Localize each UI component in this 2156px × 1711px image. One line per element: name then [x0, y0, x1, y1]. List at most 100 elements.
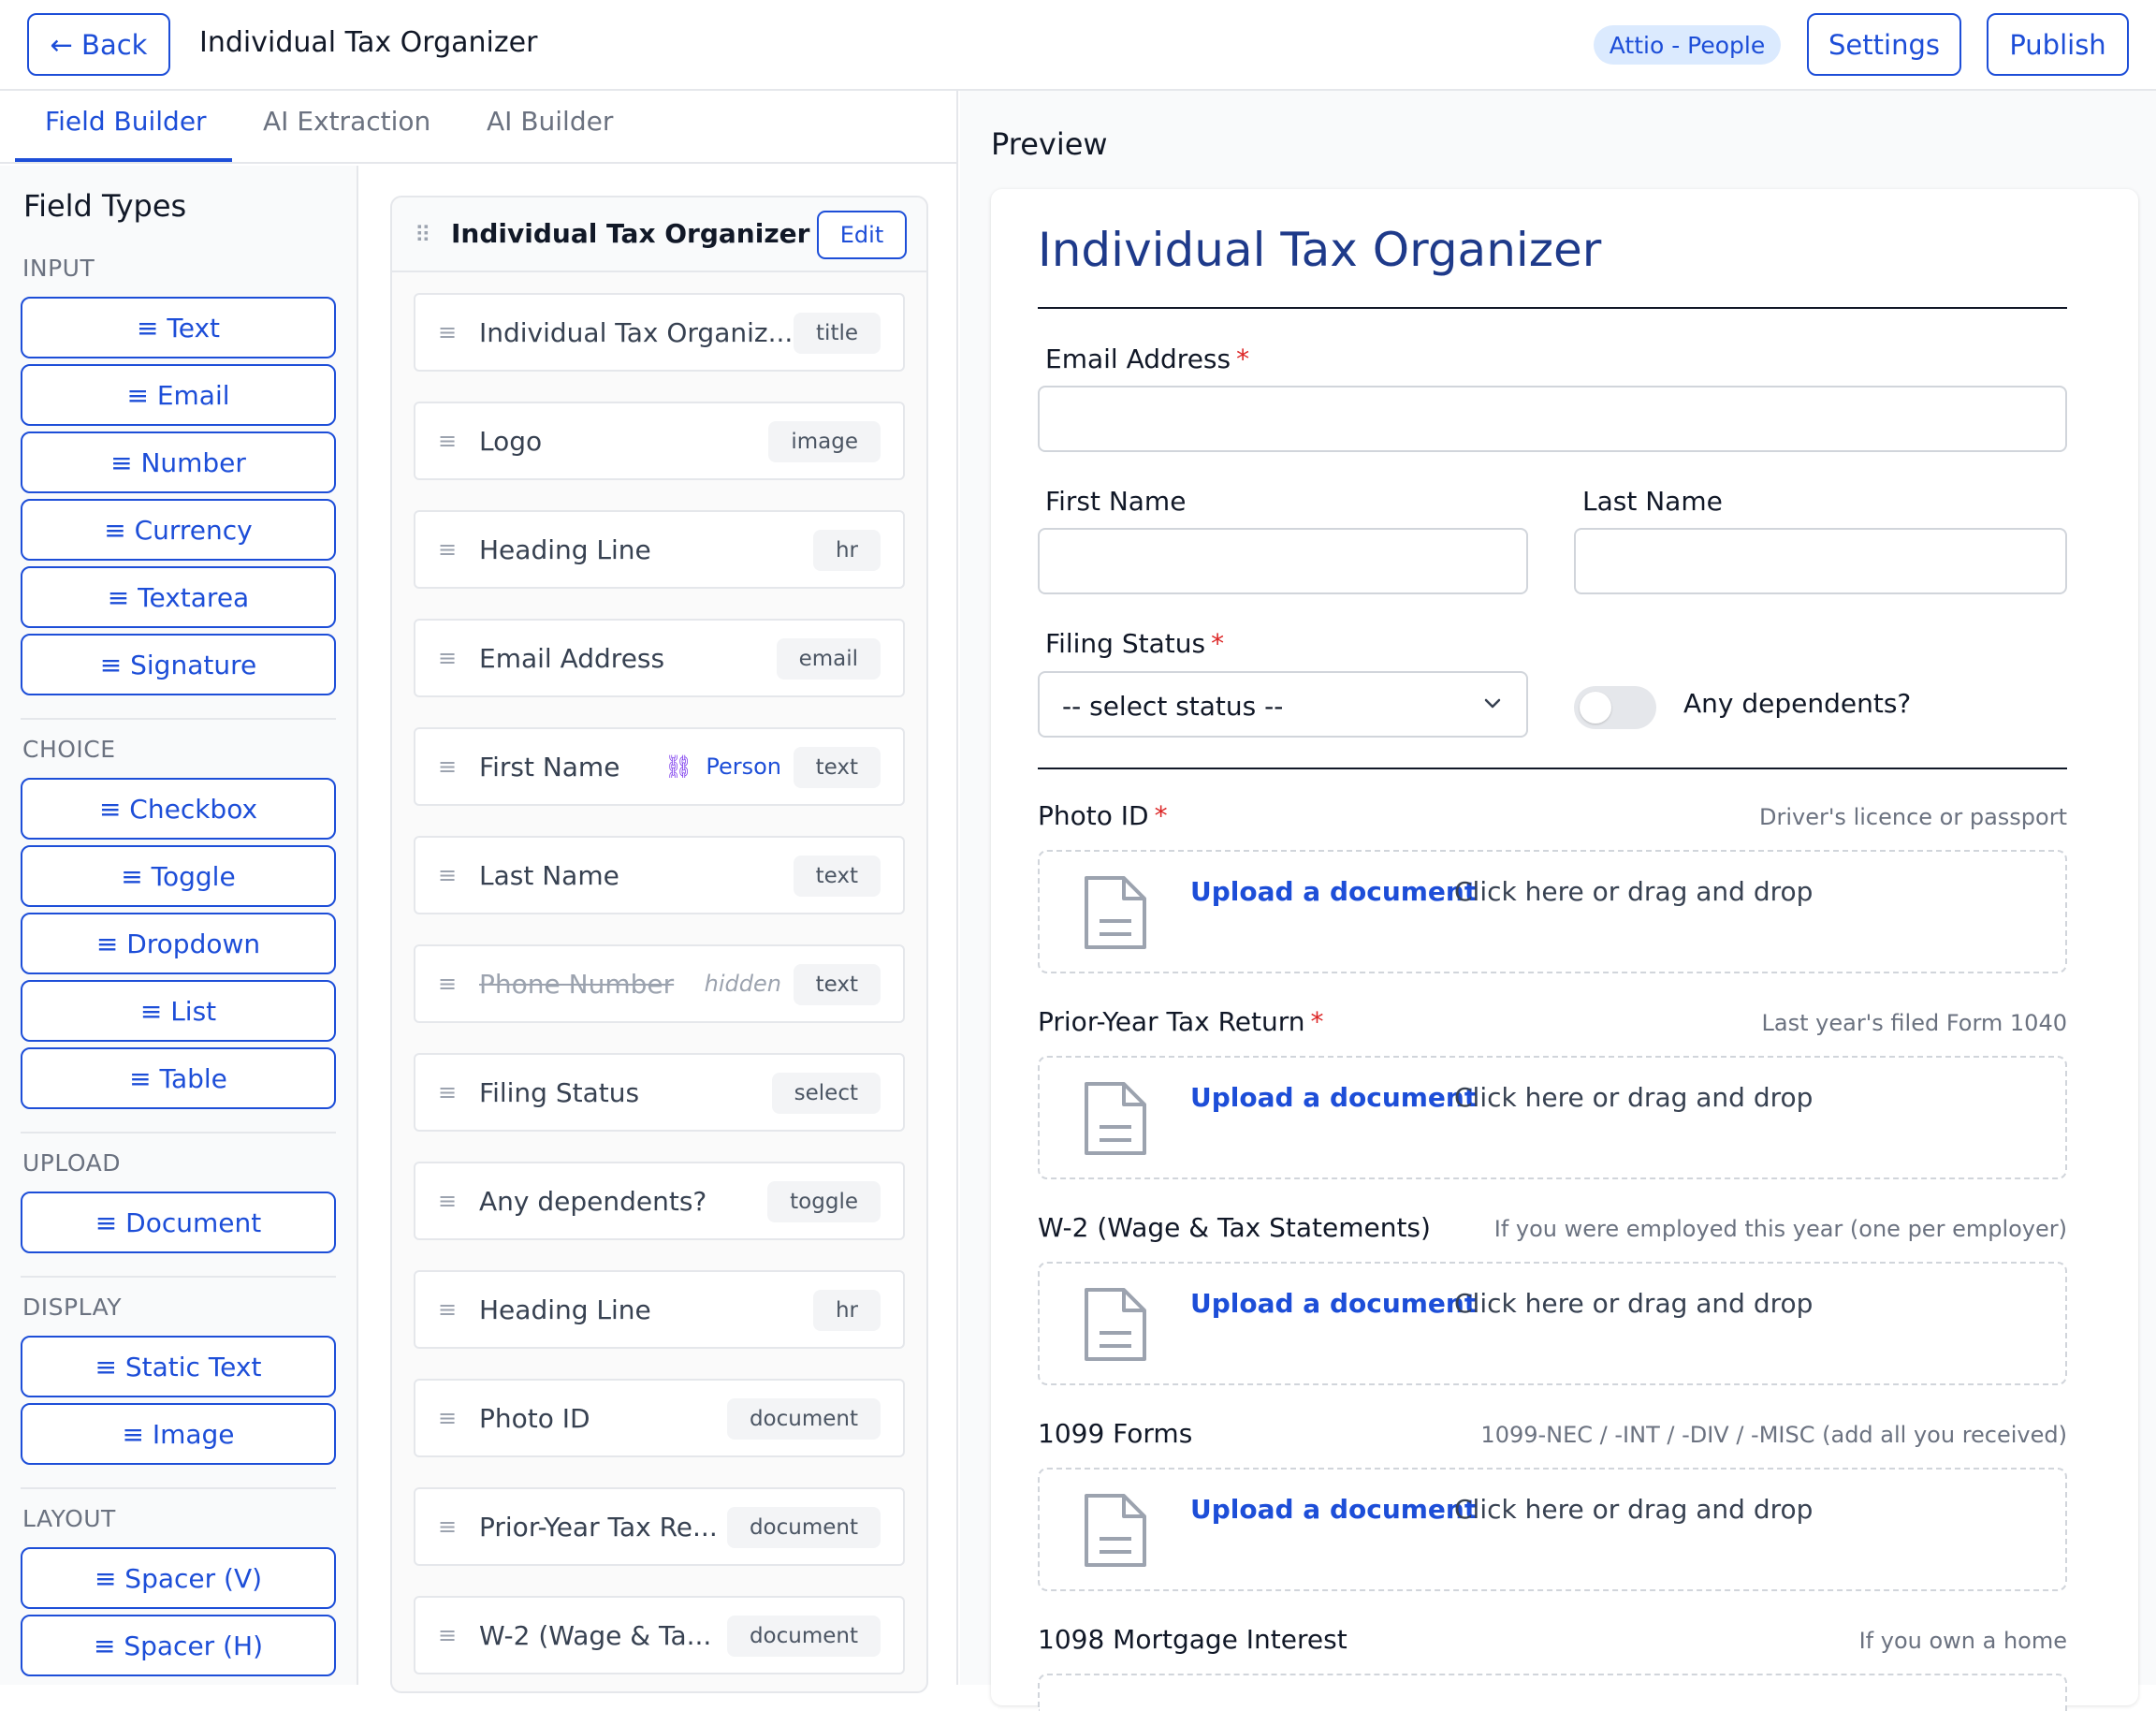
dependents-toggle[interactable] — [1574, 686, 1656, 729]
palette-image-button[interactable]: ≡ Image — [21, 1403, 336, 1465]
palette-checkbox-button[interactable]: ≡ Checkbox — [21, 778, 336, 840]
email-field[interactable] — [1038, 386, 2067, 452]
drag-handle-icon[interactable]: ≡ — [438, 753, 457, 780]
drag-handle-icon[interactable]: ≡ — [438, 1296, 457, 1323]
palette-text-button[interactable]: ≡ Text — [21, 297, 336, 358]
tab-field-builder[interactable]: Field Builder — [45, 106, 207, 137]
palette-currency-button[interactable]: ≡ Currency — [21, 499, 336, 561]
section-label-input: INPUT — [22, 255, 95, 282]
drag-handle-icon[interactable]: ≡ — [438, 536, 457, 563]
required-marker: * — [1211, 628, 1225, 659]
upload-document-link[interactable]: Upload a document — [1190, 1288, 1477, 1319]
field-row[interactable]: ≡ First Name ⛓ Person text — [414, 727, 905, 806]
filing-status-select[interactable]: -- select status -- — [1038, 671, 1528, 738]
palette-static-text-button[interactable]: ≡ Static Text — [21, 1336, 336, 1397]
integration-badge[interactable]: Attio - People — [1594, 25, 1781, 65]
tab-ai-builder[interactable]: AI Builder — [487, 106, 613, 137]
upload-instructions: Click here or drag and drop — [1454, 1082, 1814, 1113]
palette-textarea-button[interactable]: ≡ Textarea — [21, 566, 336, 628]
field-row[interactable]: ≡ Logo image — [414, 402, 905, 480]
drag-handle-icon[interactable]: ≡ — [438, 971, 457, 997]
first-name-field[interactable] — [1038, 528, 1528, 594]
field-type-badge: document — [726, 1398, 881, 1440]
palette-spacer-v-button[interactable]: ≡ Spacer (V) — [21, 1547, 336, 1609]
palette-document-button[interactable]: ≡ Document — [21, 1192, 336, 1253]
upload-hint: If you own a home — [1858, 1628, 2067, 1654]
field-row[interactable]: ≡ Individual Tax Organiz... title — [414, 293, 905, 372]
section-label-layout: LAYOUT — [22, 1505, 116, 1532]
upload-dropzone[interactable] — [1038, 1674, 2067, 1711]
field-row[interactable]: ≡ Heading Line hr — [414, 510, 905, 589]
drag-handle-icon[interactable]: ≡ — [438, 428, 457, 454]
page-title: Individual Tax Organizer — [199, 26, 538, 59]
publish-button[interactable]: Publish — [1987, 13, 2129, 76]
field-row[interactable]: ≡ Any dependents? toggle — [414, 1162, 905, 1240]
last-name-field[interactable] — [1574, 528, 2067, 594]
settings-button[interactable]: Settings — [1807, 13, 1961, 76]
upload-dropzone[interactable]: Upload a document Click here or drag and… — [1038, 850, 2067, 973]
drag-handle-icon[interactable]: ⠿ — [415, 222, 431, 248]
field-row[interactable]: ≡ Photo ID document — [414, 1379, 905, 1457]
drag-handle-icon[interactable]: ≡ — [438, 1622, 457, 1648]
drag-handle-icon[interactable]: ≡ — [438, 319, 457, 345]
field-row-label: Heading Line — [479, 1294, 651, 1325]
crm-link-label: Person — [706, 753, 781, 780]
upload-instructions: Click here or drag and drop — [1454, 876, 1814, 907]
upload-document-link[interactable]: Upload a document — [1190, 1494, 1477, 1525]
last-name-label: Last Name — [1582, 486, 1723, 517]
required-marker: * — [1310, 1006, 1324, 1037]
field-type-badge: document — [726, 1616, 881, 1657]
field-row[interactable]: ≡ Heading Line hr — [414, 1270, 905, 1349]
palette-divider — [21, 1487, 336, 1489]
drag-handle-icon[interactable]: ≡ — [438, 1079, 457, 1105]
back-button[interactable]: ← Back — [27, 13, 170, 76]
drag-handle-icon[interactable]: ≡ — [438, 862, 457, 888]
field-type-badge: email — [776, 638, 881, 680]
upload-dropzone[interactable]: Upload a document Click here or drag and… — [1038, 1262, 2067, 1385]
crm-link[interactable]: ⛓ Person — [664, 753, 781, 780]
field-row[interactable]: ≡ W-2 (Wage & Ta... document — [414, 1596, 905, 1674]
drag-handle-icon[interactable]: ≡ — [438, 645, 457, 671]
palette-signature-button[interactable]: ≡ Signature — [21, 634, 336, 695]
form-field-list: ⠿ Individual Tax Organizer Edit ≡ Indivi… — [390, 196, 928, 1693]
field-type-badge: text — [793, 964, 881, 1005]
upload-document-link[interactable]: Upload a document — [1190, 1082, 1477, 1113]
field-row-label: Individual Tax Organiz... — [479, 317, 794, 348]
field-type-badge: text — [793, 747, 881, 788]
field-row[interactable]: ≡ Email Address email — [414, 619, 905, 697]
preview-panel: Preview Individual Tax Organizer Email A… — [960, 91, 2156, 1711]
palette-toggle-button[interactable]: ≡ Toggle — [21, 845, 336, 907]
upload-document-link[interactable]: Upload a document — [1190, 876, 1477, 907]
field-row[interactable]: ≡ Phone Number hidden text — [414, 944, 905, 1023]
palette-number-button[interactable]: ≡ Number — [21, 431, 336, 493]
palette-divider — [21, 1276, 336, 1278]
field-type-badge: hr — [812, 530, 881, 571]
upload-dropzone[interactable]: Upload a document Click here or drag and… — [1038, 1468, 2067, 1591]
edit-form-button[interactable]: Edit — [817, 211, 907, 259]
field-type-badge: title — [794, 313, 881, 354]
field-row-label: Logo — [479, 426, 543, 457]
field-row[interactable]: ≡ Last Name text — [414, 836, 905, 914]
document-icon — [1085, 876, 1146, 949]
document-icon — [1085, 1288, 1146, 1361]
drag-handle-icon[interactable]: ≡ — [438, 1188, 457, 1214]
upload-label: 1098 Mortgage Interest — [1038, 1624, 1348, 1655]
palette-spacer-h-button[interactable]: ≡ Spacer (H) — [21, 1615, 336, 1676]
filing-status-label: Filing Status * — [1045, 628, 1225, 659]
drag-handle-icon[interactable]: ≡ — [438, 1514, 457, 1540]
field-row[interactable]: ≡ Prior-Year Tax Re... document — [414, 1487, 905, 1566]
palette-list-button[interactable]: ≡ List — [21, 980, 336, 1042]
tab-ai-extraction[interactable]: AI Extraction — [263, 106, 430, 137]
upload-dropzone[interactable]: Upload a document Click here or drag and… — [1038, 1056, 2067, 1179]
field-row-label: Email Address — [479, 643, 665, 674]
field-row-label: Phone Number — [479, 969, 675, 1000]
field-type-badge: select — [771, 1073, 881, 1114]
field-row-label: Prior-Year Tax Re... — [479, 1512, 718, 1543]
upload-hint: Driver's licence or passport — [1758, 804, 2067, 830]
field-row[interactable]: ≡ Filing Status select — [414, 1053, 905, 1132]
hidden-indicator: hidden — [704, 971, 781, 997]
drag-handle-icon[interactable]: ≡ — [438, 1405, 457, 1431]
palette-dropdown-button[interactable]: ≡ Dropdown — [21, 913, 336, 974]
palette-email-button[interactable]: ≡ Email — [21, 364, 336, 426]
palette-table-button[interactable]: ≡ Table — [21, 1047, 336, 1109]
